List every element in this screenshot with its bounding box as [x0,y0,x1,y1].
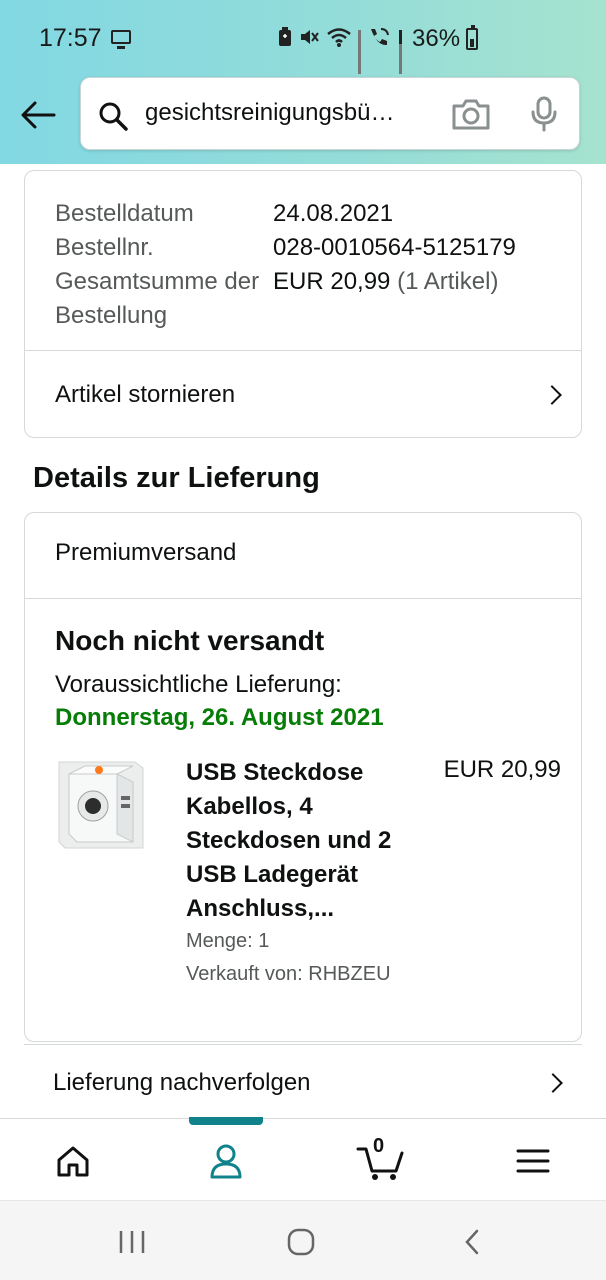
order-date-value: 24.08.2021 [273,200,394,227]
divider [25,598,581,599]
order-total-row: Gesamtsumme der Bestellung EUR 20,99 (1 … [55,265,516,333]
recent-apps-icon [119,1231,145,1253]
track-delivery-label: Lieferung nachverfolgen [53,1068,311,1096]
menu-icon [516,1149,550,1173]
microphone-icon[interactable] [529,96,559,137]
nav-menu-button[interactable] [508,1139,558,1183]
delivery-section-title: Details zur Lieferung [33,462,320,494]
signal-icon [399,30,402,74]
search-bar[interactable]: gesichtsreinigungsbü… [80,77,580,150]
app-header: 17:57 36% gesichtsreinigungsbü… [0,0,606,164]
home-system-button[interactable] [281,1225,321,1259]
account-icon [210,1144,242,1179]
product-title[interactable]: USB Steckdose Kabellos, 4 Steckdosen und… [186,756,426,926]
cancel-items-label: Artikel stornieren [55,380,236,408]
product-price: EUR 20,99 [443,756,561,783]
battery-percent: 36% [412,25,461,52]
order-number-row: Bestellnr. 028-0010564-5125179 [55,231,516,265]
status-icons: 36% [278,22,479,74]
shipping-method: Premiumversand [55,539,237,566]
system-navigation-bar [0,1200,606,1280]
order-number-value: 028-0010564-5125179 [273,234,516,261]
shipment-status: Noch nicht versandt [55,625,325,656]
product-quantity: Menge: 1 [186,930,270,952]
eta-date: Donnerstag, 26. August 2021 [55,704,384,731]
screen-mirror-icon [111,30,131,49]
product-seller: Verkauft von: RHBZEU [186,963,391,985]
order-date-row: Bestelldatum 24.08.2021 [55,197,516,231]
nav-cart-button[interactable]: 0 [354,1135,406,1183]
eta-label: Voraussichtliche Lieferung: [55,671,342,698]
order-summary-card: Bestelldatum 24.08.2021 Bestellnr. 028-0… [24,170,582,438]
active-tab-indicator [189,1117,263,1125]
back-arrow-icon [21,101,56,129]
order-item-count: (1 Artikel) [397,268,499,295]
product-image[interactable] [55,756,145,852]
order-total-value: EUR 20,99 (1 Artikel) [273,265,498,333]
search-icon [97,100,129,137]
back-system-button[interactable] [452,1225,492,1259]
signal-icon [358,30,361,74]
chevron-right-icon [542,384,562,405]
chevron-right-icon [543,1072,563,1093]
delivery-card: Premiumversand Noch nicht versandt Vorau… [24,512,582,1042]
volte-call-icon [367,26,393,53]
cancel-items-link[interactable]: Artikel stornieren [25,351,581,438]
back-button[interactable] [16,93,60,137]
battery-icon [466,25,479,50]
search-input[interactable]: gesichtsreinigungsbü… [145,99,435,127]
home-circle-icon [287,1228,315,1256]
home-icon [57,1146,89,1177]
camera-icon[interactable] [451,97,491,136]
track-delivery-link[interactable]: Lieferung nachverfolgen [24,1044,582,1120]
cart-count: 0 [373,1135,385,1157]
battery-saver-icon [278,26,292,52]
recent-apps-button[interactable] [112,1225,152,1259]
mute-icon [298,26,320,53]
nav-home-button[interactable] [48,1139,98,1183]
order-total-label: Gesamtsumme der Bestellung [55,268,260,329]
back-chevron-icon [465,1229,479,1255]
wifi-icon [326,26,352,53]
bottom-navigation: 0 [0,1117,606,1200]
order-info: Bestelldatum 24.08.2021 Bestellnr. 028-0… [55,197,516,333]
order-number-label: Bestellnr. [55,234,154,261]
order-date-label: Bestelldatum [55,200,194,227]
nav-account-button[interactable] [201,1139,251,1183]
status-time: 17:57 [39,24,102,52]
order-total-amount: EUR 20,99 [273,268,391,295]
status-bar: 17:57 36% [0,0,606,80]
